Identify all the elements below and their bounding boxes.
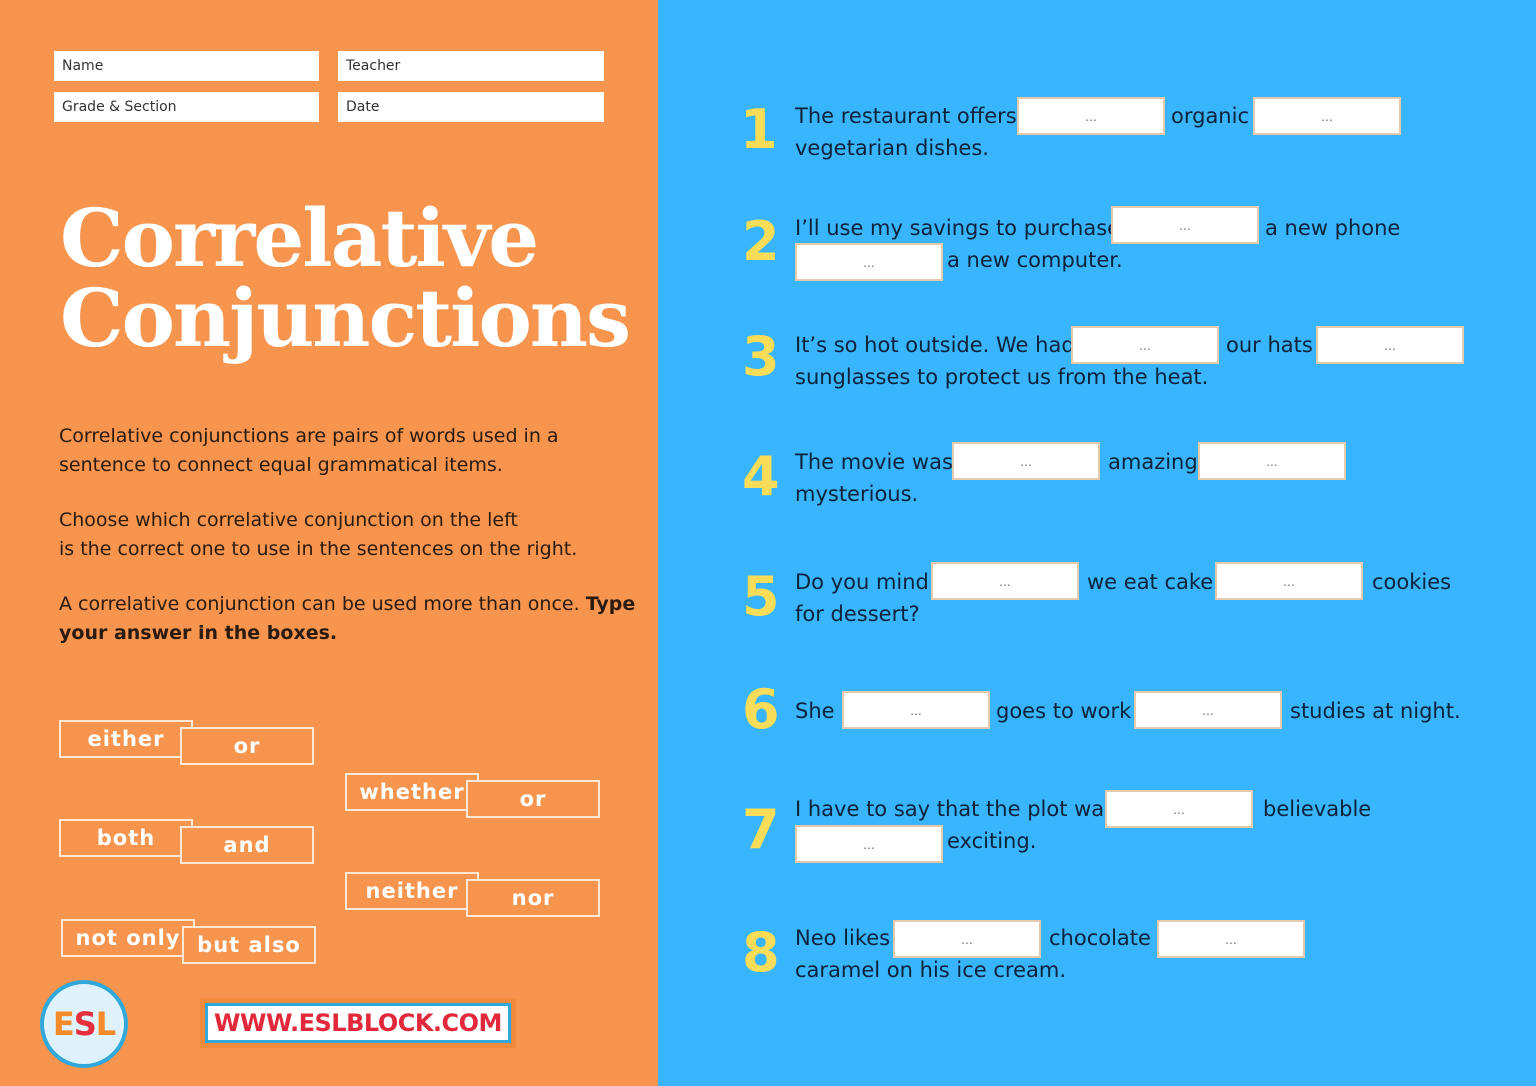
answer-input[interactable]	[895, 922, 1039, 956]
question-text: mysterious.	[795, 482, 919, 506]
left-panel: Name Teacher Grade & Section Date Correl…	[0, 0, 658, 1086]
question-number: 4	[742, 445, 780, 508]
answer-box[interactable]	[795, 243, 943, 281]
question-text: believable	[1263, 797, 1372, 821]
title-line-1: Correlative	[60, 191, 539, 285]
question-text: caramel on his ice cream.	[795, 958, 1067, 982]
question-text: Neo likes	[795, 926, 891, 950]
question-text: chocolate	[1049, 926, 1151, 950]
answer-box[interactable]	[1134, 691, 1282, 729]
date-field[interactable]: Date	[338, 92, 604, 122]
question-text: exciting.	[947, 829, 1037, 853]
question-text: we eat cake	[1087, 570, 1214, 594]
chip-both: both	[59, 819, 193, 857]
description-note: A correlative conjunction can be used mo…	[59, 593, 636, 644]
answer-box[interactable]	[1157, 920, 1305, 958]
question-text: for dessert?	[795, 602, 920, 626]
answer-box[interactable]	[1071, 326, 1219, 364]
question-text: studies at night.	[1290, 699, 1461, 723]
question-text: organic	[1171, 104, 1250, 128]
chip-whether-or: or	[466, 780, 600, 818]
question-text: It’s so hot outside. We had	[795, 333, 1075, 357]
question-text: She	[795, 699, 835, 723]
answer-box[interactable]	[931, 562, 1079, 600]
question-text: The movie was	[795, 450, 953, 474]
answer-input[interactable]	[1200, 444, 1344, 478]
answer-box[interactable]	[1111, 206, 1259, 244]
teacher-field[interactable]: Teacher	[338, 51, 604, 81]
answer-input[interactable]	[1255, 99, 1399, 133]
question-number: 1	[740, 98, 778, 161]
question-text: cookies	[1372, 570, 1452, 594]
website-url[interactable]: WWW.ESLBLOCK.COM	[205, 1003, 511, 1043]
answer-box[interactable]	[1017, 97, 1165, 135]
answer-input[interactable]	[797, 827, 941, 861]
grade-section-field[interactable]: Grade & Section	[54, 92, 319, 122]
answer-input[interactable]	[1019, 99, 1163, 133]
answer-box[interactable]	[795, 825, 943, 863]
chip-either-or: or	[180, 727, 314, 765]
description-instructions: Choose which correlative conjunction on …	[59, 509, 578, 560]
chip-neither-nor: nor	[466, 879, 600, 917]
esl-logo: ESL	[40, 980, 128, 1068]
question-text: amazing	[1108, 450, 1198, 474]
answer-input[interactable]	[1159, 922, 1303, 956]
answer-box[interactable]	[1253, 97, 1401, 135]
answer-box[interactable]	[893, 920, 1041, 958]
answer-input[interactable]	[1113, 208, 1257, 242]
question-text: vegetarian dishes.	[795, 136, 989, 160]
questions-panel: 1 The restaurant offers organic vegetari…	[658, 0, 1536, 1086]
question-number: 8	[742, 921, 780, 984]
question-number: 2	[742, 210, 780, 273]
question-text: our hats	[1226, 333, 1313, 357]
chip-neither: neither	[345, 872, 479, 910]
question-number: 3	[742, 325, 780, 388]
answer-input[interactable]	[797, 245, 941, 279]
answer-box[interactable]	[842, 691, 990, 729]
chip-either: either	[59, 720, 193, 758]
answer-input[interactable]	[1136, 693, 1280, 727]
answer-box[interactable]	[1105, 790, 1253, 828]
answer-input[interactable]	[1217, 564, 1361, 598]
answer-input[interactable]	[954, 444, 1098, 478]
answer-box[interactable]	[1198, 442, 1346, 480]
answer-box[interactable]	[1316, 326, 1464, 364]
question-text: I have to say that the plot was	[795, 797, 1116, 821]
question-text: goes to work	[996, 699, 1132, 723]
description-definition: Correlative conjunctions are pairs of wo…	[59, 425, 559, 476]
chip-not-only: not only	[61, 919, 195, 957]
question-number: 5	[742, 565, 780, 628]
answer-input[interactable]	[933, 564, 1077, 598]
question-text: a new computer.	[947, 248, 1123, 272]
question-number: 7	[742, 798, 780, 861]
answer-input[interactable]	[844, 693, 988, 727]
answer-box[interactable]	[1215, 562, 1363, 600]
answer-box[interactable]	[952, 442, 1100, 480]
question-text: Do you mind	[795, 570, 929, 594]
chip-both-and: and	[180, 826, 314, 864]
answer-input[interactable]	[1318, 328, 1462, 362]
website-banner[interactable]: WWW.ESLBLOCK.COM	[200, 998, 516, 1048]
question-text: The restaurant offers	[795, 104, 1017, 128]
chip-whether: whether	[345, 773, 479, 811]
answer-input[interactable]	[1073, 328, 1217, 362]
question-number: 6	[742, 678, 780, 741]
chip-but-also: but also	[182, 926, 316, 964]
answer-input[interactable]	[1107, 792, 1251, 826]
question-text: sunglasses to protect us from the heat.	[795, 365, 1209, 389]
name-field[interactable]: Name	[54, 51, 319, 81]
question-text: I’ll use my savings to purchase	[795, 216, 1121, 240]
page-title: Correlative Conjunctions	[60, 191, 631, 365]
title-line-2: Conjunctions	[60, 271, 631, 365]
question-text: a new phone	[1265, 216, 1401, 240]
